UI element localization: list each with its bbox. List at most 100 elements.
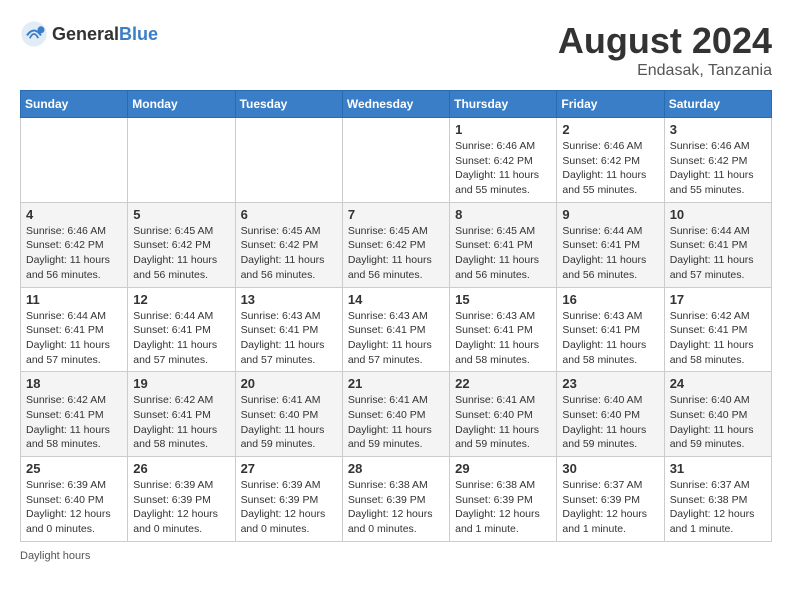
- day-number: 15: [455, 292, 551, 307]
- calendar-cell: 19 Sunrise: 6:42 AM Sunset: 6:41 PM Dayli…: [128, 372, 235, 457]
- day-info: Sunrise: 6:44 AM Sunset: 6:41 PM Dayligh…: [670, 224, 766, 283]
- day-number: 3: [670, 122, 766, 137]
- calendar-cell: 26 Sunrise: 6:39 AM Sunset: 6:39 PM Dayli…: [128, 457, 235, 542]
- day-info: Sunrise: 6:40 AM Sunset: 6:40 PM Dayligh…: [562, 393, 658, 452]
- weekday-header-tuesday: Tuesday: [235, 91, 342, 118]
- calendar-header: SundayMondayTuesdayWednesdayThursdayFrid…: [21, 91, 772, 118]
- day-number: 23: [562, 376, 658, 391]
- day-number: 20: [241, 376, 337, 391]
- day-info: Sunrise: 6:45 AM Sunset: 6:42 PM Dayligh…: [241, 224, 337, 283]
- day-info: Sunrise: 6:45 AM Sunset: 6:42 PM Dayligh…: [133, 224, 229, 283]
- calendar-cell: 8 Sunrise: 6:45 AM Sunset: 6:41 PM Daylig…: [450, 202, 557, 287]
- calendar-week-2: 4 Sunrise: 6:46 AM Sunset: 6:42 PM Daylig…: [21, 202, 772, 287]
- logo-text-blue: Blue: [119, 24, 158, 45]
- day-info: Sunrise: 6:42 AM Sunset: 6:41 PM Dayligh…: [670, 309, 766, 368]
- day-info: Sunrise: 6:46 AM Sunset: 6:42 PM Dayligh…: [562, 139, 658, 198]
- day-number: 19: [133, 376, 229, 391]
- footer-note: Daylight hours: [20, 550, 772, 562]
- day-info: Sunrise: 6:43 AM Sunset: 6:41 PM Dayligh…: [348, 309, 444, 368]
- calendar-cell: 10 Sunrise: 6:44 AM Sunset: 6:41 PM Dayli…: [664, 202, 771, 287]
- day-number: 24: [670, 376, 766, 391]
- day-info: Sunrise: 6:37 AM Sunset: 6:39 PM Dayligh…: [562, 478, 658, 537]
- calendar-cell: 21 Sunrise: 6:41 AM Sunset: 6:40 PM Dayli…: [342, 372, 449, 457]
- calendar-cell: 20Sunrise: 6:41 AM Sunset: 6:40 PM Dayli…: [235, 372, 342, 457]
- calendar-cell: [342, 118, 449, 203]
- calendar-cell: 16Sunrise: 6:43 AM Sunset: 6:41 PM Dayli…: [557, 287, 664, 372]
- calendar-cell: 29 Sunrise: 6:38 AM Sunset: 6:39 PM Dayli…: [450, 457, 557, 542]
- calendar-cell: 24 Sunrise: 6:40 AM Sunset: 6:40 PM Dayli…: [664, 372, 771, 457]
- calendar-week-3: 11 Sunrise: 6:44 AM Sunset: 6:41 PM Dayli…: [21, 287, 772, 372]
- day-info: Sunrise: 6:44 AM Sunset: 6:41 PM Dayligh…: [133, 309, 229, 368]
- calendar-cell: 15 Sunrise: 6:43 AM Sunset: 6:41 PM Dayli…: [450, 287, 557, 372]
- calendar-cell: 18 Sunrise: 6:42 AM Sunset: 6:41 PM Dayli…: [21, 372, 128, 457]
- day-info: Sunrise: 6:42 AM Sunset: 6:41 PM Dayligh…: [26, 393, 122, 452]
- day-info: Sunrise: 6:42 AM Sunset: 6:41 PM Dayligh…: [133, 393, 229, 452]
- logo: General Blue: [20, 20, 158, 48]
- location-title: Endasak, Tanzania: [558, 62, 772, 80]
- day-info: Sunrise: 6:41 AM Sunset: 6:40 PM Dayligh…: [348, 393, 444, 452]
- day-number: 1: [455, 122, 551, 137]
- weekday-header-wednesday: Wednesday: [342, 91, 449, 118]
- title-block: August 2024 Endasak, Tanzania: [558, 20, 772, 80]
- calendar-cell: 2 Sunrise: 6:46 AM Sunset: 6:42 PM Daylig…: [557, 118, 664, 203]
- day-info: Sunrise: 6:45 AM Sunset: 6:41 PM Dayligh…: [455, 224, 551, 283]
- day-info: Sunrise: 6:40 AM Sunset: 6:40 PM Dayligh…: [670, 393, 766, 452]
- calendar-week-1: 1 Sunrise: 6:46 AM Sunset: 6:42 PM Daylig…: [21, 118, 772, 203]
- weekday-header-friday: Friday: [557, 91, 664, 118]
- day-number: 8: [455, 207, 551, 222]
- day-number: 4: [26, 207, 122, 222]
- day-number: 14: [348, 292, 444, 307]
- calendar-cell: 3 Sunrise: 6:46 AM Sunset: 6:42 PM Daylig…: [664, 118, 771, 203]
- weekday-header-row: SundayMondayTuesdayWednesdayThursdayFrid…: [21, 91, 772, 118]
- calendar-cell: [21, 118, 128, 203]
- calendar-cell: 17 Sunrise: 6:42 AM Sunset: 6:41 PM Dayli…: [664, 287, 771, 372]
- day-info: Sunrise: 6:43 AM Sunset: 6:41 PM Dayligh…: [455, 309, 551, 368]
- day-info: Sunrise: 6:46 AM Sunset: 6:42 PM Dayligh…: [455, 139, 551, 198]
- day-number: 25: [26, 461, 122, 476]
- day-info: Sunrise: 6:46 AM Sunset: 6:42 PM Dayligh…: [670, 139, 766, 198]
- day-info: Sunrise: 6:43 AM Sunset: 6:41 PM Dayligh…: [241, 309, 337, 368]
- day-number: 7: [348, 207, 444, 222]
- day-number: 29: [455, 461, 551, 476]
- calendar-cell: 7 Sunrise: 6:45 AM Sunset: 6:42 PM Daylig…: [342, 202, 449, 287]
- day-info: Sunrise: 6:38 AM Sunset: 6:39 PM Dayligh…: [348, 478, 444, 537]
- calendar-cell: 4 Sunrise: 6:46 AM Sunset: 6:42 PM Daylig…: [21, 202, 128, 287]
- day-info: Sunrise: 6:39 AM Sunset: 6:39 PM Dayligh…: [241, 478, 337, 537]
- month-title: August 2024: [558, 20, 772, 62]
- calendar-cell: 11Sunrise: 6:44 AM Sunset: 6:41 PM Dayli…: [21, 287, 128, 372]
- logo-text-general: General: [52, 24, 119, 45]
- day-number: 12: [133, 292, 229, 307]
- day-number: 9: [562, 207, 658, 222]
- calendar-cell: 31Sunrise: 6:37 AM Sunset: 6:38 PM Dayli…: [664, 457, 771, 542]
- page-header: General Blue August 2024 Endasak, Tanzan…: [20, 20, 772, 80]
- day-info: Sunrise: 6:38 AM Sunset: 6:39 PM Dayligh…: [455, 478, 551, 537]
- day-number: 18: [26, 376, 122, 391]
- day-number: 10: [670, 207, 766, 222]
- calendar-cell: 30 Sunrise: 6:37 AM Sunset: 6:39 PM Dayli…: [557, 457, 664, 542]
- day-number: 26: [133, 461, 229, 476]
- day-info: Sunrise: 6:37 AM Sunset: 6:38 PM Dayligh…: [670, 478, 766, 537]
- weekday-header-thursday: Thursday: [450, 91, 557, 118]
- day-info: Sunrise: 6:45 AM Sunset: 6:42 PM Dayligh…: [348, 224, 444, 283]
- day-number: 2: [562, 122, 658, 137]
- day-number: 21: [348, 376, 444, 391]
- day-number: 30: [562, 461, 658, 476]
- weekday-header-saturday: Saturday: [664, 91, 771, 118]
- calendar-cell: 9 Sunrise: 6:44 AM Sunset: 6:41 PM Daylig…: [557, 202, 664, 287]
- calendar-cell: 14 Sunrise: 6:43 AM Sunset: 6:41 PM Dayli…: [342, 287, 449, 372]
- day-info: Sunrise: 6:44 AM Sunset: 6:41 PM Dayligh…: [562, 224, 658, 283]
- calendar-cell: 12 Sunrise: 6:44 AM Sunset: 6:41 PM Dayli…: [128, 287, 235, 372]
- calendar-cell: 1 Sunrise: 6:46 AM Sunset: 6:42 PM Daylig…: [450, 118, 557, 203]
- calendar-table: SundayMondayTuesdayWednesdayThursdayFrid…: [20, 90, 772, 542]
- calendar-cell: 25Sunrise: 6:39 AM Sunset: 6:40 PM Dayli…: [21, 457, 128, 542]
- calendar-cell: 28Sunrise: 6:38 AM Sunset: 6:39 PM Dayli…: [342, 457, 449, 542]
- day-number: 17: [670, 292, 766, 307]
- calendar-cell: 5Sunrise: 6:45 AM Sunset: 6:42 PM Daylig…: [128, 202, 235, 287]
- day-info: Sunrise: 6:46 AM Sunset: 6:42 PM Dayligh…: [26, 224, 122, 283]
- day-number: 11: [26, 292, 122, 307]
- calendar-cell: [235, 118, 342, 203]
- calendar-cell: 13Sunrise: 6:43 AM Sunset: 6:41 PM Dayli…: [235, 287, 342, 372]
- calendar-week-5: 25Sunrise: 6:39 AM Sunset: 6:40 PM Dayli…: [21, 457, 772, 542]
- logo-icon: [20, 20, 48, 48]
- day-info: Sunrise: 6:39 AM Sunset: 6:39 PM Dayligh…: [133, 478, 229, 537]
